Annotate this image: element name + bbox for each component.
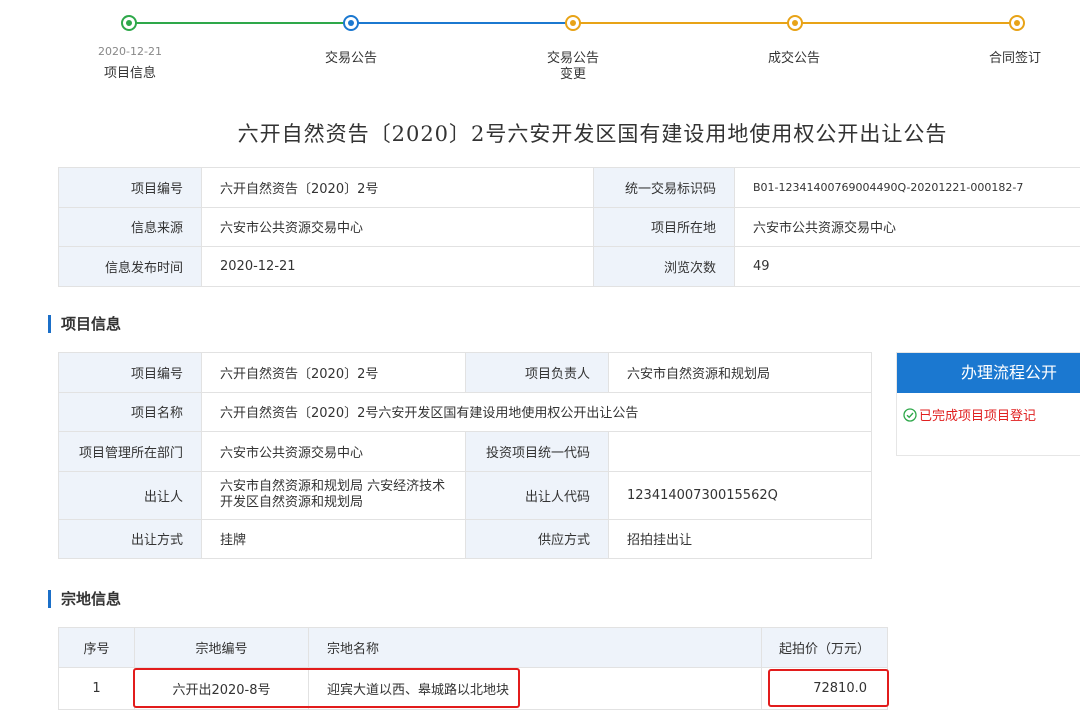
table-row: 项目管理所在部门 六安市公共资源交易中心 投资项目统一代码: [58, 431, 872, 472]
seller-label: 出让人: [58, 470, 202, 520]
table-row: 信息来源 六安市公共资源交易中心 项目所在地 六安市公共资源交易中心: [58, 206, 1080, 247]
col-name-header: 宗地名称: [308, 627, 762, 668]
method-value: 挂牌: [201, 518, 466, 559]
owner-value: 六安市自然资源和规划局: [608, 352, 872, 393]
table-row: 项目编号 六开自然资告〔2020〕2号 项目负责人 六安市自然资源和规划局: [58, 352, 872, 393]
step-3-dot: [565, 15, 581, 31]
announcement-info-table: 项目编号 六开自然资告〔2020〕2号 统一交易标识码 B01-12341400…: [58, 167, 1080, 287]
table-row: 项目名称 六开自然资告〔2020〕2号六安开发区国有建设用地使用权公开出让公告: [58, 391, 872, 432]
trade-id-value: B01-12341400769004490Q-20201221-000182-7: [734, 167, 1080, 208]
supply-label: 供应方式: [465, 518, 609, 559]
location-label: 项目所在地: [593, 206, 735, 247]
lot-index: 1: [58, 667, 135, 710]
source-value: 六安市公共资源交易中心: [201, 206, 594, 247]
seller-code-label: 出让人代码: [465, 470, 609, 520]
table-header-row: 序号 宗地编号 宗地名称 起拍价（万元）: [58, 627, 888, 668]
page-title: 六开自然资告〔2020〕2号六安开发区国有建设用地使用权公开出让公告: [237, 122, 948, 146]
lot-section-title: 宗地信息: [48, 590, 121, 608]
table-row: 出让人 六安市自然资源和规划局 六安经济技术开发区自然资源和规划局 出让人代码 …: [58, 470, 872, 520]
highlight-box-lot-code-name: [133, 668, 520, 708]
process-item-label: 已完成项目项目登记: [919, 409, 1037, 424]
col-index-header: 序号: [58, 627, 135, 668]
proj-name-value: 六开自然资告〔2020〕2号六安开发区国有建设用地使用权公开出让公告: [201, 391, 872, 432]
trade-id-label: 统一交易标识码: [593, 167, 735, 208]
seller-value: 六安市自然资源和规划局 六安经济技术开发区自然资源和规划局: [201, 470, 466, 520]
step-2-label[interactable]: 交易公告: [291, 51, 411, 67]
progress-steps: 2020-12-21 项目信息 交易公告 交易公告变更 成交公告 合同签订: [0, 0, 1080, 100]
step-connector: [351, 22, 573, 24]
step-1-dot: [121, 15, 137, 31]
process-item[interactable]: 已完成项目项目登记: [903, 405, 1036, 424]
publish-time-value: 2020-12-21: [201, 246, 594, 287]
highlight-box-lot-price: [768, 669, 889, 707]
step-2-dot: [343, 15, 359, 31]
step-1-date: 2020-12-21: [98, 45, 162, 58]
invest-code-value: [608, 431, 872, 472]
proj-name-label: 项目名称: [58, 391, 202, 432]
proj-no-value: 六开自然资告〔2020〕2号: [201, 352, 466, 393]
check-circle-icon: [903, 407, 917, 422]
project-no-value: 六开自然资告〔2020〕2号: [201, 167, 594, 208]
owner-label: 项目负责人: [465, 352, 609, 393]
step-5-label[interactable]: 合同签订: [955, 51, 1075, 67]
process-panel-header: 办理流程公开: [897, 353, 1080, 393]
step-4-dot: [787, 15, 803, 31]
step-4-label[interactable]: 成交公告: [734, 51, 854, 67]
method-label: 出让方式: [58, 518, 202, 559]
supply-value: 招拍挂出让: [608, 518, 872, 559]
invest-code-label: 投资项目统一代码: [465, 431, 609, 472]
project-no-label: 项目编号: [58, 167, 202, 208]
views-label: 浏览次数: [593, 246, 735, 287]
proj-no-label: 项目编号: [58, 352, 202, 393]
step-5-dot: [1009, 15, 1025, 31]
project-section-title: 项目信息: [48, 315, 121, 333]
step-3-label[interactable]: 交易公告变更: [543, 51, 603, 83]
col-code-header: 宗地编号: [134, 627, 309, 668]
views-value: 49: [734, 246, 1080, 287]
col-price-header: 起拍价（万元）: [761, 627, 888, 668]
project-info-table: 项目编号 六开自然资告〔2020〕2号 项目负责人 六安市自然资源和规划局 项目…: [58, 352, 872, 559]
process-panel: 办理流程公开 已完成项目项目登记: [896, 352, 1080, 456]
publish-time-label: 信息发布时间: [58, 246, 202, 287]
dept-label: 项目管理所在部门: [58, 431, 202, 472]
table-row: 出让方式 挂牌 供应方式 招拍挂出让: [58, 518, 872, 559]
location-value: 六安市公共资源交易中心: [734, 206, 1080, 247]
dept-value: 六安市公共资源交易中心: [201, 431, 466, 472]
step-connector: [129, 22, 351, 24]
step-1-label[interactable]: 项目信息: [70, 66, 190, 82]
source-label: 信息来源: [58, 206, 202, 247]
table-row: 信息发布时间 2020-12-21 浏览次数 49: [58, 246, 1080, 287]
seller-code-value: 12341400730015562Q: [608, 470, 872, 520]
table-row: 项目编号 六开自然资告〔2020〕2号 统一交易标识码 B01-12341400…: [58, 167, 1080, 208]
